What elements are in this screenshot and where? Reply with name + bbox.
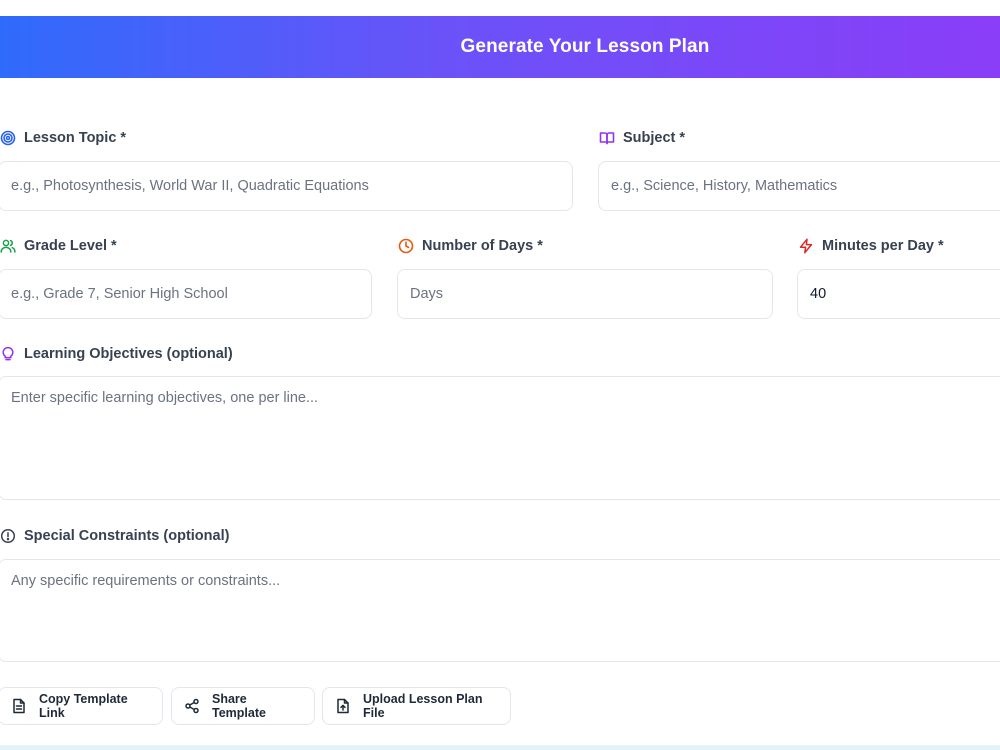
file-upload-icon — [335, 698, 351, 714]
special-constraints-label: Special Constraints (optional) — [0, 528, 229, 544]
subject-label: Subject * — [599, 130, 685, 146]
grade-level-input[interactable] — [0, 269, 372, 319]
share-template-label: Share Template — [212, 692, 266, 720]
grade-level-label-text: Grade Level * — [24, 238, 117, 254]
number-of-days-input[interactable] — [397, 269, 773, 319]
upload-lesson-plan-file-button[interactable]: Upload Lesson Plan File — [322, 687, 511, 725]
minutes-per-day-label-text: Minutes per Day * — [822, 238, 944, 254]
lesson-topic-input[interactable] — [0, 161, 573, 211]
grade-level-label: Grade Level * — [0, 238, 117, 254]
minutes-per-day-label: Minutes per Day * — [798, 238, 944, 254]
lightbulb-icon — [0, 346, 16, 362]
learning-objectives-textarea[interactable] — [0, 376, 1000, 500]
minutes-per-day-input[interactable] — [797, 269, 1000, 319]
clock-icon — [398, 238, 414, 254]
book-open-icon — [599, 130, 615, 146]
special-constraints-textarea[interactable] — [0, 559, 1000, 662]
number-of-days-label: Number of Days * — [398, 238, 543, 254]
learning-objectives-label: Learning Objectives (optional) — [0, 346, 233, 362]
lightning-icon — [798, 238, 814, 254]
number-of-days-label-text: Number of Days * — [422, 238, 543, 254]
page-title: Generate Your Lesson Plan — [460, 36, 710, 57]
share-icon — [184, 698, 200, 714]
subject-input[interactable] — [598, 161, 1000, 211]
lesson-topic-label: Lesson Topic * — [0, 130, 126, 146]
document-icon — [11, 698, 27, 714]
learning-objectives-label-text: Learning Objectives (optional) — [24, 346, 233, 362]
target-icon — [0, 130, 16, 146]
lesson-topic-label-text: Lesson Topic * — [24, 130, 127, 146]
share-template-button[interactable]: Share Template — [171, 687, 315, 725]
alert-circle-icon — [0, 528, 16, 544]
bottom-divider — [0, 745, 1000, 750]
copy-template-link-label: Copy Template Link — [39, 692, 128, 720]
upload-lesson-plan-file-label: Upload Lesson Plan File — [363, 692, 483, 720]
page-header: Generate Your Lesson Plan — [0, 16, 1000, 78]
special-constraints-label-text: Special Constraints (optional) — [24, 528, 230, 544]
copy-template-link-button[interactable]: Copy Template Link — [0, 687, 163, 725]
subject-label-text: Subject * — [623, 130, 686, 146]
users-icon — [0, 238, 16, 254]
